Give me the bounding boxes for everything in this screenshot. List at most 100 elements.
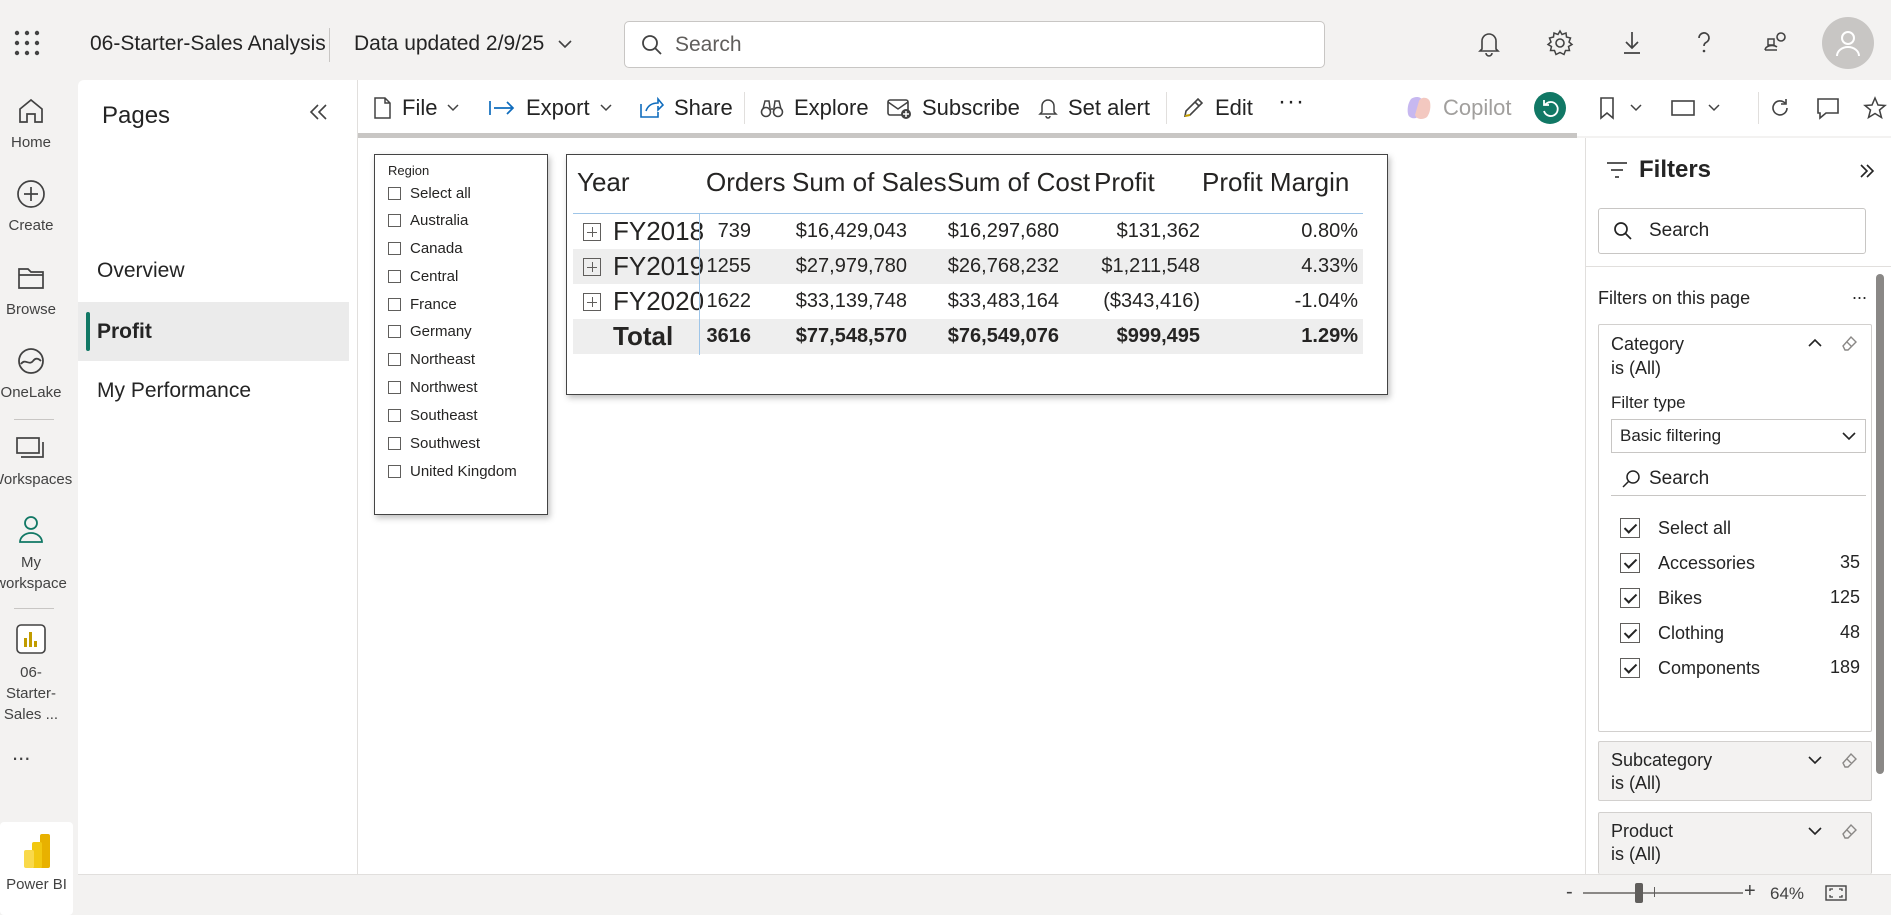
clear-filter-eraser-icon[interactable] bbox=[1840, 751, 1858, 769]
nav-create[interactable]: Create bbox=[0, 177, 62, 234]
nav-more-button[interactable]: ... bbox=[12, 740, 30, 766]
subscribe-button[interactable]: Subscribe bbox=[886, 94, 1020, 122]
slicer-item[interactable]: Canada bbox=[388, 240, 463, 257]
column-header-profit-margin[interactable]: Profit Margin bbox=[1202, 167, 1349, 198]
view-menu-button[interactable] bbox=[1670, 94, 1720, 122]
chevron-down-icon[interactable] bbox=[1806, 822, 1824, 840]
collapse-filters-icon[interactable] bbox=[1858, 162, 1876, 180]
slicer-item[interactable]: Northwest bbox=[388, 379, 478, 396]
filter-type-dropdown[interactable]: Basic filtering bbox=[1611, 419, 1866, 453]
nav-workspaces[interactable]: Workspaces bbox=[0, 431, 72, 488]
checkbox-checked[interactable] bbox=[1620, 623, 1640, 643]
category-search-box[interactable] bbox=[1611, 463, 1866, 496]
expand-icon[interactable] bbox=[583, 258, 601, 276]
slicer-item[interactable]: United Kingdom bbox=[388, 463, 517, 480]
filters-search-input[interactable] bbox=[1649, 220, 1829, 242]
clear-filter-eraser-icon[interactable] bbox=[1840, 822, 1858, 840]
filters-search-box[interactable] bbox=[1598, 208, 1866, 254]
file-menu-button[interactable]: File bbox=[372, 94, 459, 122]
fit-to-page-icon[interactable] bbox=[1825, 884, 1847, 902]
copilot-button[interactable]: Copilot bbox=[1405, 94, 1511, 122]
nav-home[interactable]: Home bbox=[0, 94, 62, 151]
filter-option[interactable]: Bikes 125 bbox=[1620, 585, 1860, 611]
filter-option[interactable]: Components 189 bbox=[1620, 655, 1860, 681]
explore-button[interactable]: Explore bbox=[760, 94, 869, 122]
slicer-item[interactable]: France bbox=[388, 296, 457, 313]
slicer-item[interactable]: Select all bbox=[388, 185, 471, 202]
page-my-performance[interactable]: My Performance bbox=[78, 361, 349, 420]
chevron-up-icon[interactable] bbox=[1806, 334, 1824, 352]
scrollbar-thumb[interactable] bbox=[1876, 274, 1884, 774]
expand-icon[interactable] bbox=[583, 293, 601, 311]
nav-my-workspace[interactable]: My workspace bbox=[0, 512, 68, 594]
checkbox[interactable] bbox=[388, 465, 401, 478]
filter-card-category[interactable]: Category is (All) Filter type Basic filt… bbox=[1598, 324, 1872, 732]
set-alert-button[interactable]: Set alert bbox=[1038, 94, 1150, 122]
column-header-cost[interactable]: Sum of Cost bbox=[947, 167, 1090, 198]
page-profit[interactable]: Profit bbox=[78, 302, 349, 361]
checkbox[interactable] bbox=[388, 353, 401, 366]
comments-button[interactable] bbox=[1815, 94, 1841, 122]
checkbox-checked[interactable] bbox=[1620, 588, 1640, 608]
column-header-orders[interactable]: Orders bbox=[706, 167, 785, 198]
slicer-item[interactable]: Northeast bbox=[388, 351, 475, 368]
filter-card-product[interactable]: Product is (All) bbox=[1598, 812, 1872, 874]
report-title[interactable]: 06-Starter-Sales Analysis bbox=[90, 32, 326, 56]
bookmark-menu-button[interactable] bbox=[1598, 94, 1642, 122]
edit-button[interactable]: Edit bbox=[1181, 94, 1253, 122]
checkbox[interactable] bbox=[388, 242, 401, 255]
checkbox[interactable] bbox=[388, 214, 401, 227]
reset-to-default-button[interactable] bbox=[1534, 92, 1566, 124]
data-updated-dropdown[interactable]: Data updated 2/9/25 bbox=[354, 32, 572, 56]
slicer-item[interactable]: Southwest bbox=[388, 435, 480, 452]
filter-option[interactable]: Accessories 35 bbox=[1620, 550, 1860, 576]
power-bi-switcher[interactable]: Power BI bbox=[0, 822, 73, 915]
filters-more-options[interactable]: ... bbox=[1852, 283, 1867, 304]
column-header-year[interactable]: Year bbox=[577, 167, 630, 198]
global-search-box[interactable] bbox=[624, 21, 1325, 68]
settings-gear-icon[interactable] bbox=[1545, 28, 1575, 58]
filter-option[interactable]: Select all bbox=[1620, 515, 1860, 541]
checkbox[interactable] bbox=[388, 409, 401, 422]
checkbox[interactable] bbox=[388, 325, 401, 338]
filter-option[interactable]: Clothing 48 bbox=[1620, 620, 1860, 646]
checkbox[interactable] bbox=[388, 270, 401, 283]
filters-scrollbar[interactable] bbox=[1876, 274, 1884, 774]
more-options-button[interactable]: ··· bbox=[1278, 88, 1305, 116]
nav-open-report[interactable]: 06-Starter-Sales ... bbox=[0, 622, 66, 725]
help-icon[interactable] bbox=[1689, 28, 1719, 58]
checkbox[interactable] bbox=[388, 187, 401, 200]
download-icon[interactable] bbox=[1617, 28, 1647, 58]
expand-icon[interactable] bbox=[583, 223, 601, 241]
export-menu-button[interactable]: Export bbox=[488, 94, 612, 122]
checkbox-checked[interactable] bbox=[1620, 553, 1640, 573]
zoom-in-button[interactable]: + bbox=[1744, 880, 1756, 903]
collapse-pages-icon[interactable] bbox=[307, 100, 337, 130]
category-search-input[interactable] bbox=[1649, 468, 1829, 490]
notifications-icon[interactable] bbox=[1474, 28, 1504, 58]
feedback-share-icon[interactable] bbox=[1760, 28, 1790, 58]
zoom-out-button[interactable]: - bbox=[1566, 881, 1573, 904]
column-header-sales[interactable]: Sum of Sales bbox=[792, 167, 947, 198]
nav-browse[interactable]: Browse bbox=[0, 261, 62, 318]
slicer-item[interactable]: Germany bbox=[388, 323, 472, 340]
zoom-slider-thumb[interactable] bbox=[1635, 883, 1643, 903]
user-avatar[interactable] bbox=[1822, 17, 1874, 69]
checkbox[interactable] bbox=[388, 437, 401, 450]
slicer-item[interactable]: Central bbox=[388, 268, 458, 285]
chevron-down-icon[interactable] bbox=[1806, 751, 1824, 769]
filter-card-subcategory[interactable]: Subcategory is (All) bbox=[1598, 741, 1872, 801]
nav-onelake[interactable]: OneLake bbox=[0, 344, 62, 401]
checkbox[interactable] bbox=[388, 381, 401, 394]
column-header-profit[interactable]: Profit bbox=[1094, 167, 1155, 198]
slicer-item[interactable]: Australia bbox=[388, 212, 468, 229]
checkbox-checked[interactable] bbox=[1620, 658, 1640, 678]
zoom-slider[interactable] bbox=[1583, 892, 1743, 894]
page-overview[interactable]: Overview bbox=[78, 241, 349, 300]
slicer-item[interactable]: Southeast bbox=[388, 407, 478, 424]
checkbox[interactable] bbox=[388, 298, 401, 311]
refresh-button[interactable] bbox=[1768, 94, 1792, 122]
clear-filter-eraser-icon[interactable] bbox=[1840, 334, 1858, 352]
favorite-button[interactable] bbox=[1863, 94, 1887, 122]
app-launcher-icon[interactable] bbox=[12, 28, 42, 58]
